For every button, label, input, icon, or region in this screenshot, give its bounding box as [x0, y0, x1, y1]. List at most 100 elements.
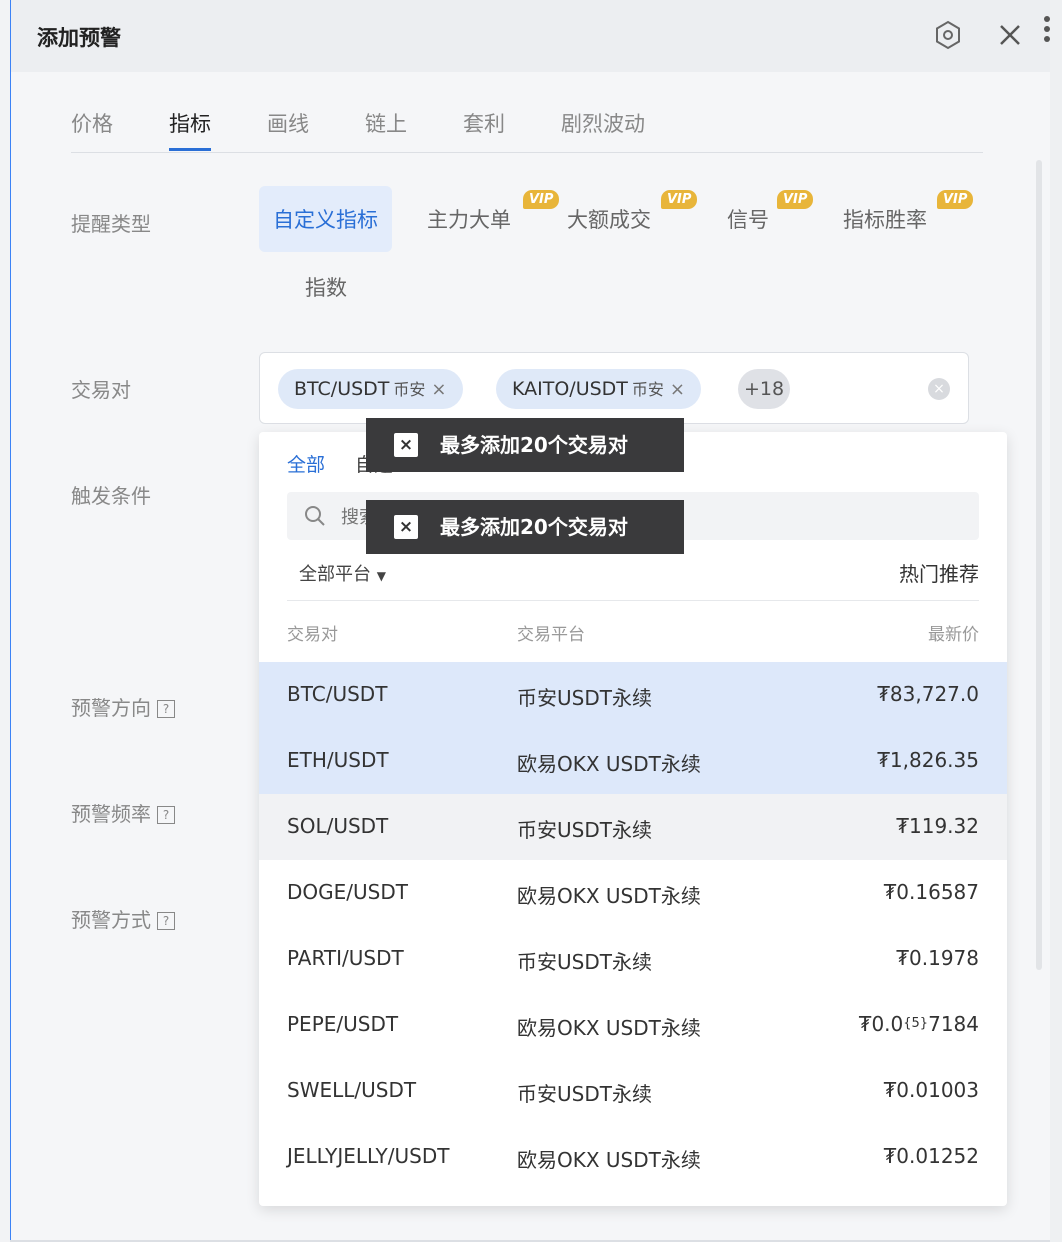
frequency-label: 预警频率?	[71, 798, 175, 827]
type-signal[interactable]: 信号	[727, 204, 769, 234]
frequency-label-text: 预警频率	[71, 802, 151, 826]
toast-message: 最多添加20个交易对	[440, 515, 628, 539]
row-platform: 币安USDT永续	[517, 1082, 652, 1106]
row-platform: 欧易OKX USDT永续	[517, 884, 701, 908]
pair-tag-exchange: 币安	[393, 380, 426, 399]
row-pair: ETH/USDT	[287, 748, 389, 772]
vip-badge: VIP	[523, 190, 560, 209]
method-label: 预警方式?	[71, 904, 175, 933]
hot-recommend[interactable]: 热门推荐	[899, 558, 979, 587]
help-icon[interactable]: ?	[157, 806, 175, 824]
row-pair: PEPE/USDT	[287, 1012, 399, 1036]
row-platform: 欧易OKX USDT永续	[517, 1148, 701, 1172]
row-platform: 币安USDT永续	[517, 950, 652, 974]
table-row[interactable]: SOL/USDT 币安USDT永续 ₮119.32	[259, 794, 1007, 860]
alert-type-label: 提醒类型	[71, 212, 151, 236]
col-header-price: 最新价	[928, 625, 979, 645]
type-large-trades[interactable]: 大额成交	[567, 204, 651, 234]
more-options-icon[interactable]	[1044, 12, 1052, 46]
row-pair: JELLYJELLY/USDT	[287, 1144, 450, 1168]
caret-down-icon: ▼	[376, 569, 386, 583]
toast-message: 最多添加20个交易对	[440, 433, 628, 457]
col-header-platform: 交易平台	[517, 625, 585, 645]
row-pair: SWELL/USDT	[287, 1078, 417, 1102]
tab-indicator[interactable]: 指标	[169, 108, 211, 151]
row-platform: 币安USDT永续	[517, 686, 652, 710]
direction-label: 预警方向?	[71, 692, 175, 721]
help-icon[interactable]: ?	[157, 912, 175, 930]
more-pairs-count[interactable]: +18	[738, 369, 790, 409]
price-tail: 7184	[928, 1012, 979, 1036]
table-row[interactable]: JELLYJELLY/USDT 欧易OKX USDT永续 ₮0.01252	[259, 1124, 1007, 1190]
background-edge-left	[0, 0, 10, 1242]
direction-label-text: 预警方向	[71, 696, 151, 720]
alert-category-tabs: 价格 指标 画线 链上 套利 剧烈波动	[71, 100, 983, 153]
help-icon[interactable]: ?	[157, 700, 175, 718]
table-row[interactable]: PEPE/USDT 欧易OKX USDT永续 ₮0.0{5}7184	[259, 992, 1007, 1058]
col-header-pair: 交易对	[287, 625, 338, 645]
pair-tag-btc: BTC/USDT 币安 ×	[278, 369, 463, 409]
pair-tag-symbol: BTC/USDT	[294, 378, 390, 400]
tab-price[interactable]: 价格	[71, 108, 113, 138]
row-platform: 欧易OKX USDT永续	[517, 752, 701, 776]
row-price: ₮1,826.35	[877, 748, 979, 772]
vip-badge: VIP	[661, 190, 698, 209]
type-index[interactable]: 指数	[305, 272, 347, 302]
row-price: ₮0.01252	[883, 1144, 979, 1168]
vip-badge: VIP	[937, 190, 974, 209]
row-price: ₮0.16587	[883, 880, 979, 904]
type-custom-indicator[interactable]: 自定义指标	[259, 186, 392, 252]
settings-icon[interactable]	[931, 18, 965, 52]
toast-close-icon[interactable]: ×	[394, 515, 418, 539]
table-row[interactable]: PARTI/USDT 币安USDT永续 ₮0.1978	[259, 926, 1007, 992]
trading-pair-label: 交易对	[71, 378, 131, 402]
trigger-label: 触发条件	[71, 484, 151, 508]
platform-filter-label: 全部平台	[299, 564, 371, 585]
type-win-rate[interactable]: 指标胜率	[843, 204, 927, 234]
background-edge-right	[1050, 0, 1062, 1242]
type-main-orders[interactable]: 主力大单	[427, 204, 511, 234]
method-label-text: 预警方式	[71, 908, 151, 932]
remove-pair-icon[interactable]: ×	[431, 379, 446, 400]
row-price: ₮83,727.0	[877, 682, 979, 706]
row-price: ₮0.1978	[896, 946, 979, 970]
vip-badge: VIP	[777, 190, 814, 209]
row-platform: 欧易OKX USDT永续	[517, 1016, 701, 1040]
limit-toast: × 最多添加20个交易对	[366, 500, 684, 554]
clear-icon[interactable]: ×	[928, 378, 950, 400]
platform-filter[interactable]: 全部平台 ▼	[299, 560, 386, 586]
row-pair: PARTI/USDT	[287, 946, 404, 970]
add-alert-dialog: 添加预警 价格 指标 画线 链上 套利 剧烈波动 提醒类型 自定义指标 主力大单…	[10, 0, 1050, 1240]
pair-tag-exchange: 币安	[631, 380, 664, 399]
price-main: ₮0.0	[858, 1012, 904, 1036]
row-pair: BTC/USDT	[287, 682, 388, 706]
toast-close-icon[interactable]: ×	[394, 433, 418, 457]
dropdown-tab-all[interactable]: 全部	[287, 450, 325, 477]
dialog-header: 添加预警	[11, 0, 1050, 72]
trading-pair-select[interactable]: BTC/USDT 币安 × KAITO/USDT 币安 × +18 ×	[259, 352, 969, 424]
row-platform: 币安USDT永续	[517, 818, 652, 842]
scrollbar[interactable]	[1036, 160, 1042, 970]
price-zero-count: {5}	[903, 1016, 929, 1031]
row-price: ₮0.01003	[883, 1078, 979, 1102]
divider	[287, 600, 979, 601]
tab-drawing[interactable]: 画线	[267, 108, 309, 138]
row-pair: DOGE/USDT	[287, 880, 408, 904]
tab-arbitrage[interactable]: 套利	[463, 108, 505, 138]
table-row[interactable]: DOGE/USDT 欧易OKX USDT永续 ₮0.16587	[259, 860, 1007, 926]
close-icon[interactable]	[993, 18, 1027, 52]
remove-pair-icon[interactable]: ×	[670, 379, 685, 400]
row-price: ₮0.0{5}7184	[859, 1012, 979, 1036]
tab-volatility[interactable]: 剧烈波动	[561, 108, 645, 138]
table-row[interactable]: SWELL/USDT 币安USDT永续 ₮0.01003	[259, 1058, 1007, 1124]
row-price: ₮119.32	[896, 814, 979, 838]
pair-tag-kaito: KAITO/USDT 币安 ×	[496, 369, 702, 409]
limit-toast: × 最多添加20个交易对	[366, 418, 684, 472]
tab-onchain[interactable]: 链上	[365, 108, 407, 138]
dialog-title: 添加预警	[37, 26, 121, 50]
search-icon	[305, 506, 325, 526]
pair-tag-symbol: KAITO/USDT	[512, 378, 628, 400]
table-row[interactable]: ETH/USDT 欧易OKX USDT永续 ₮1,826.35	[259, 728, 1007, 794]
table-row[interactable]: BTC/USDT 币安USDT永续 ₮83,727.0	[259, 662, 1007, 728]
row-pair: SOL/USDT	[287, 814, 389, 838]
